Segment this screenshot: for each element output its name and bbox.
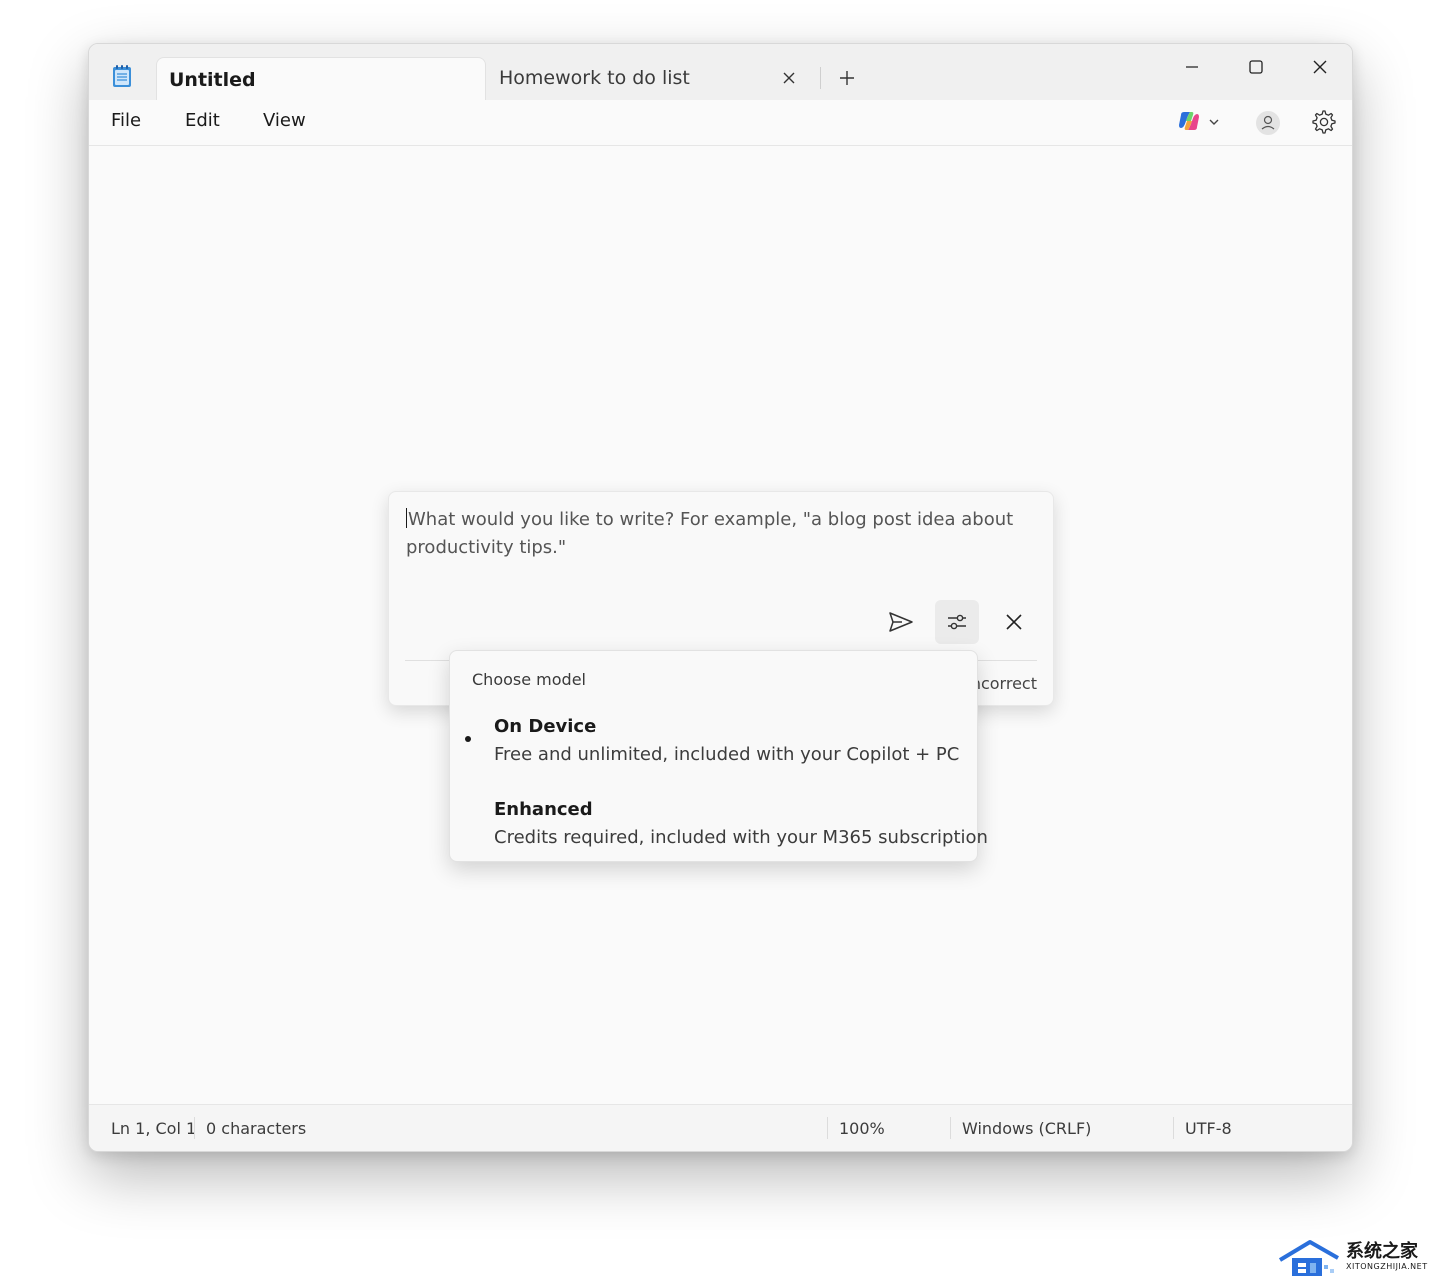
plus-icon[interactable] [835,66,859,90]
prompt-placeholder: What would you like to write? For exampl… [406,509,1014,558]
status-separator [194,1117,195,1139]
tab-homework[interactable]: Homework to do list [487,57,812,99]
ai-disclaimer: ncorrect [970,674,1037,693]
copilot-button[interactable] [1177,110,1225,136]
copilot-icon [1177,109,1201,137]
status-separator [827,1117,828,1139]
send-icon[interactable] [886,607,916,637]
minimize-icon[interactable] [1169,54,1215,80]
text-caret [406,508,407,528]
line-ending[interactable]: Windows (CRLF) [962,1119,1091,1138]
close-icon[interactable] [778,67,800,89]
model-option-description: Free and unlimited, included with your C… [494,744,960,765]
menu-edit[interactable]: Edit [185,110,220,131]
status-separator [950,1117,951,1139]
encoding[interactable]: UTF-8 [1185,1119,1232,1138]
character-count: 0 characters [206,1119,307,1138]
menu-bar: File Edit View [89,100,1352,146]
watermark-name: 系统之家 [1346,1241,1418,1262]
title-bar: Untitled Homework to do list [89,44,1352,101]
gear-icon[interactable] [1311,109,1337,135]
notepad-window: Untitled Homework to do list File Edit V… [88,43,1353,1152]
notepad-icon [111,64,133,88]
status-separator [1173,1117,1174,1139]
watermark: 系统之家 XITONGZHIJIA.NET [1278,1236,1428,1280]
zoom-level[interactable]: 100% [839,1119,885,1138]
close-icon[interactable] [999,607,1029,637]
cursor-position: Ln 1, Col 1 [111,1119,197,1138]
account-icon[interactable] [1255,110,1281,136]
close-icon[interactable] [1297,54,1343,80]
menu-view[interactable]: View [263,110,306,131]
model-option-title: On Device [494,716,597,737]
tab-label: Untitled [169,68,256,91]
maximize-icon[interactable] [1233,54,1279,80]
tab-label: Homework to do list [499,67,690,89]
model-option-on-device[interactable]: On Device Free and unlimited, included w… [450,711,977,779]
status-bar: Ln 1, Col 1 0 characters 100% Windows (C… [89,1104,1352,1151]
sliders-icon[interactable] [935,600,979,644]
model-menu-heading: Choose model [472,670,586,689]
model-option-description: Credits required, included with your M36… [494,827,988,848]
chevron-down-icon [1207,114,1221,133]
model-option-title: Enhanced [494,799,593,820]
choose-model-menu: Choose model On Device Free and unlimite… [449,650,988,862]
menu-file[interactable]: File [111,110,141,131]
tab-untitled[interactable]: Untitled [156,57,486,101]
tab-divider [820,67,821,89]
watermark-url: XITONGZHIJIA.NET [1346,1262,1428,1271]
prompt-input[interactable]: What would you like to write? For exampl… [406,506,1016,562]
selected-bullet [465,736,471,742]
house-logo-icon [1278,1238,1342,1278]
model-option-enhanced[interactable]: Enhanced Credits required, included with… [450,794,988,862]
